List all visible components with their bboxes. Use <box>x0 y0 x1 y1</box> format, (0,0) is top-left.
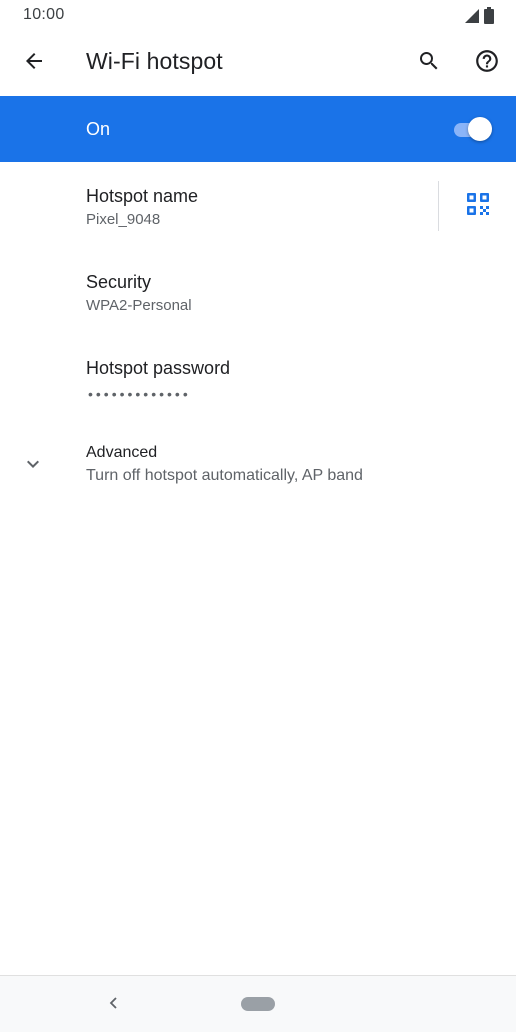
signal-icon <box>464 8 480 29</box>
search-icon <box>417 49 441 78</box>
status-bar: 10:00 <box>0 0 516 30</box>
status-time: 10:00 <box>23 6 65 23</box>
toggle-thumb <box>468 117 492 141</box>
help-button[interactable] <box>467 44 507 82</box>
hotspot-toggle[interactable] <box>452 117 494 141</box>
divider <box>438 181 439 231</box>
chevron-down-icon <box>20 451 46 477</box>
nav-back-button[interactable] <box>101 992 127 1018</box>
qr-code-icon <box>466 192 490 221</box>
home-pill-icon[interactable] <box>241 997 275 1011</box>
app-bar: Wi-Fi hotspot <box>0 30 516 96</box>
advanced-summary: Turn off hotspot automatically, AP band <box>86 467 363 484</box>
hotspot-name-title: Hotspot name <box>86 186 199 206</box>
pref-security[interactable]: Security WPA2-Personal <box>0 250 516 334</box>
qr-code-button[interactable] <box>458 188 498 224</box>
advanced-title: Advanced <box>86 444 158 461</box>
security-title: Security <box>86 272 152 292</box>
hotspot-name-value: Pixel_9048 <box>86 211 161 228</box>
hotspot-master-switch[interactable]: On <box>0 96 516 162</box>
navigation-bar <box>0 975 516 1032</box>
back-button[interactable] <box>14 44 54 82</box>
page-title: Wi-Fi hotspot <box>86 48 223 74</box>
help-icon <box>474 48 500 79</box>
master-switch-label: On <box>86 119 111 139</box>
battery-icon <box>484 7 494 29</box>
hotspot-password-value: ••••••••••••• <box>88 386 191 402</box>
nav-back-icon <box>107 996 121 1015</box>
back-arrow-icon <box>22 49 46 78</box>
security-value: WPA2-Personal <box>86 297 192 314</box>
search-button[interactable] <box>410 44 448 82</box>
pref-advanced[interactable]: Advanced Turn off hotspot automatically,… <box>0 424 516 504</box>
status-icons <box>464 7 494 29</box>
pref-hotspot-password[interactable]: Hotspot password <box>0 336 516 422</box>
hotspot-password-title: Hotspot password <box>86 358 231 378</box>
